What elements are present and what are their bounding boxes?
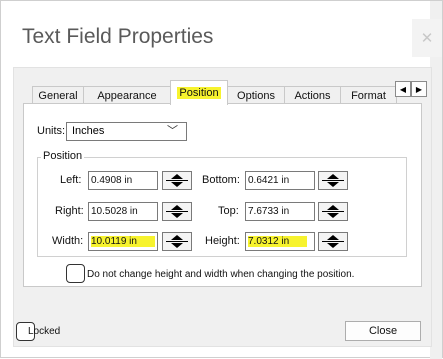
tab-format[interactable]: Format: [340, 86, 397, 104]
tab-actions[interactable]: Actions: [284, 86, 341, 104]
window-close-icon[interactable]: ✕: [412, 19, 442, 57]
close-button[interactable]: Close: [345, 321, 421, 341]
units-label: Units:: [37, 125, 66, 137]
keep-size-label: Do not change height and width when chan…: [87, 269, 355, 280]
top-label: Top:: [218, 205, 239, 217]
tab-appearance[interactable]: Appearance: [83, 86, 171, 104]
height-stepper[interactable]: [318, 232, 348, 251]
window-title: Text Field Properties: [22, 25, 214, 48]
tab-options[interactable]: Options: [227, 86, 285, 104]
height-label: Height:: [205, 235, 240, 247]
text-field-properties-window: Text Field Properties ✕ General Appearan…: [0, 0, 443, 359]
position-panel: Units: Inches ﹀ Position Left: 0.4908 in…: [23, 103, 422, 287]
width-label: Width:: [52, 235, 84, 247]
bottom-label: Bottom:: [202, 174, 240, 186]
top-stepper[interactable]: [318, 202, 348, 221]
right-label: Right:: [55, 205, 84, 217]
chevron-down-icon: ﹀: [167, 125, 178, 137]
top-field[interactable]: 7.6733 in: [245, 202, 315, 221]
units-value: Inches: [72, 125, 105, 137]
tab-position[interactable]: Position: [170, 80, 228, 105]
tab-scroll-left-icon[interactable]: ◀: [395, 81, 411, 97]
width-field[interactable]: 10.0119 in: [88, 232, 158, 251]
position-group-title: Position: [41, 150, 85, 162]
right-field[interactable]: 10.5028 in: [88, 202, 158, 221]
dialog-body: General Appearance Position Options Acti…: [13, 67, 432, 347]
bottom-field[interactable]: 0.6421 in: [245, 171, 315, 190]
width-stepper[interactable]: [162, 232, 192, 251]
keep-size-checkbox[interactable]: [66, 264, 85, 283]
units-select[interactable]: Inches ﹀: [66, 122, 187, 141]
tab-position-label: Position: [177, 87, 221, 99]
position-group: Position Left: 0.4908 in Bottom: 0.6421 …: [37, 150, 407, 257]
locked-label: Locked: [28, 326, 61, 337]
bottom-stepper[interactable]: [318, 171, 348, 190]
tab-general[interactable]: General: [32, 86, 84, 104]
left-label: Left:: [60, 174, 82, 186]
height-field[interactable]: 7.0312 in: [245, 232, 315, 251]
left-stepper[interactable]: [162, 171, 192, 190]
left-field[interactable]: 0.4908 in: [88, 171, 158, 190]
right-stepper[interactable]: [162, 202, 192, 221]
tab-scroll-right-icon[interactable]: ▶: [411, 81, 427, 97]
